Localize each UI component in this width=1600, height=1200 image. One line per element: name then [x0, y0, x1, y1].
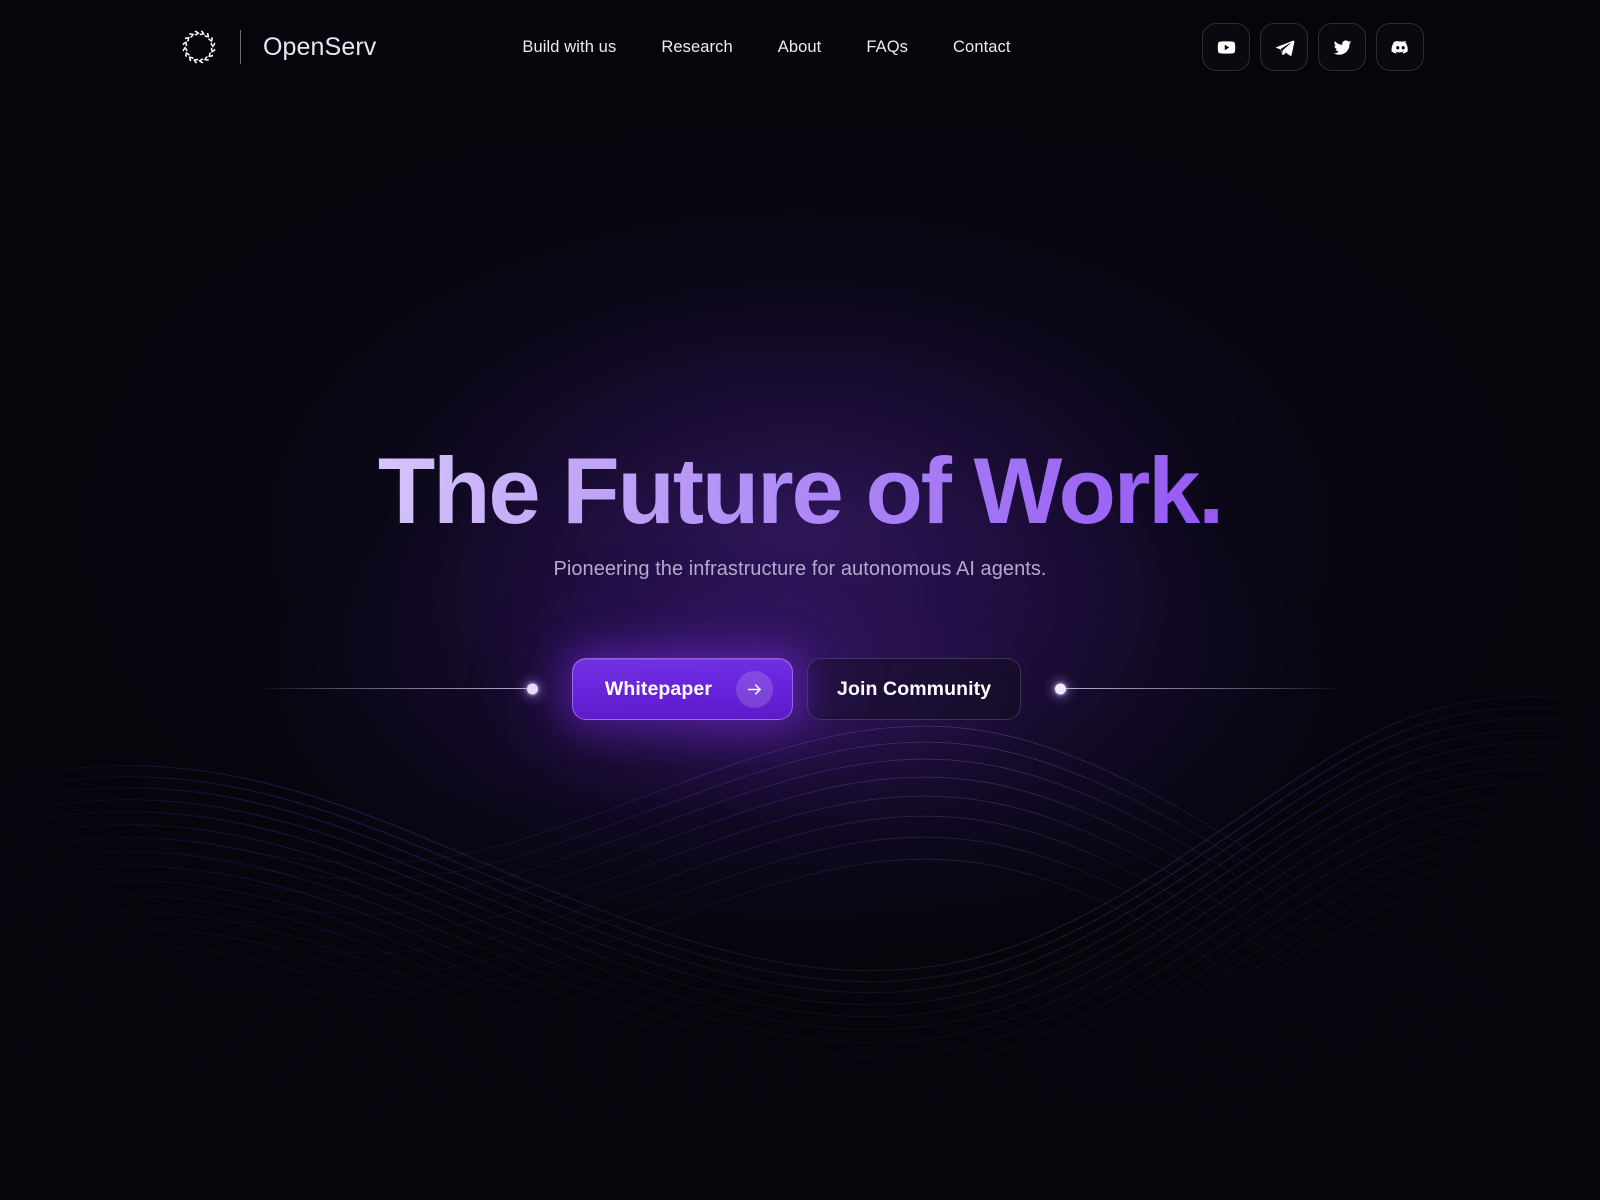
page-root: OpenServ Build with us Research About FA…: [0, 0, 1600, 1200]
rail-line-right: [1057, 688, 1343, 690]
rail-dot-left: [526, 683, 538, 695]
page-title: The Future of Work.: [0, 444, 1600, 538]
nav-item-build-with-us[interactable]: Build with us: [522, 38, 616, 57]
discord-icon: [1390, 37, 1411, 58]
brand-name: OpenServ: [263, 32, 377, 61]
twitter-icon: [1332, 37, 1353, 58]
openserv-ring-logo-icon: [176, 24, 222, 70]
wave-mesh-decoration: [0, 696, 1600, 1150]
telegram-icon: [1274, 37, 1295, 58]
social-link-telegram[interactable]: [1260, 23, 1308, 71]
brand-logo[interactable]: OpenServ: [176, 24, 376, 70]
social-link-youtube[interactable]: [1202, 23, 1250, 71]
youtube-icon: [1216, 37, 1237, 58]
hero-subtitle: Pioneering the infrastructure for autono…: [553, 558, 1047, 580]
nav-item-about[interactable]: About: [778, 38, 822, 57]
arrow-right-icon: [736, 670, 774, 708]
rail-dot-right: [1055, 683, 1067, 695]
bottom-vignette: [0, 780, 1600, 1200]
social-link-discord[interactable]: [1376, 23, 1424, 71]
social-link-twitter[interactable]: [1318, 23, 1366, 71]
whitepaper-button-label: Whitepaper: [604, 677, 713, 700]
whitepaper-button[interactable]: Whitepaper: [571, 658, 794, 720]
brand-divider: [240, 30, 241, 64]
decorative-rail-left: [257, 683, 538, 695]
nav-item-faqs[interactable]: FAQs: [866, 38, 908, 57]
join-community-button-label: Join Community: [837, 677, 992, 700]
hero-cta-row: Whitepaper Join Community: [0, 658, 1600, 720]
decorative-rail-right: [1055, 683, 1343, 695]
join-community-button[interactable]: Join Community: [807, 658, 1022, 720]
nav-item-contact[interactable]: Contact: [953, 38, 1011, 57]
social-links: [1202, 23, 1424, 71]
primary-nav: Build with us Research About FAQs Contac…: [522, 38, 1010, 57]
rail-line-left: [257, 688, 536, 690]
nav-item-research[interactable]: Research: [661, 38, 732, 57]
site-header: OpenServ Build with us Research About FA…: [0, 0, 1600, 94]
